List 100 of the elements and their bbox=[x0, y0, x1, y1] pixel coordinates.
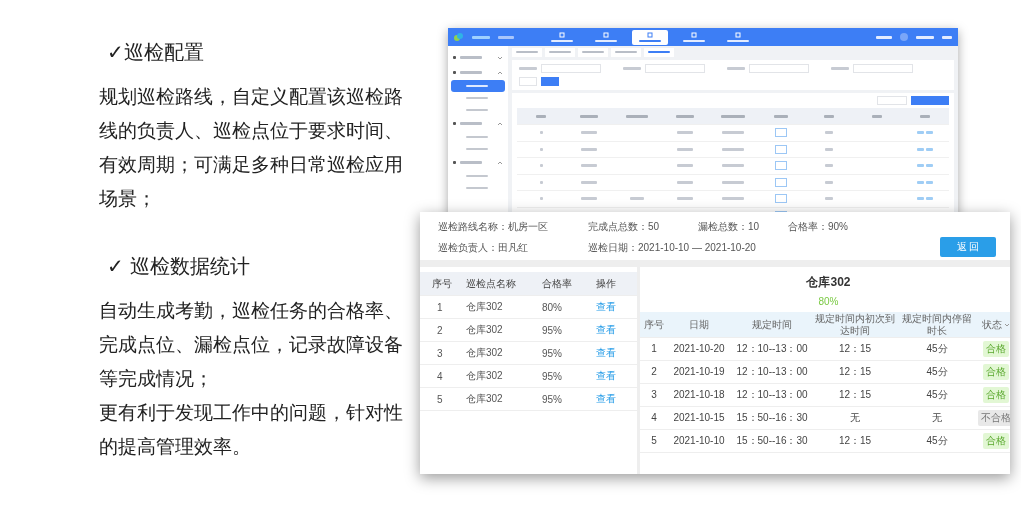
nav-icon bbox=[647, 32, 653, 38]
blurred-label bbox=[722, 131, 744, 135]
blurred-label bbox=[677, 164, 693, 168]
blurred-label bbox=[630, 197, 644, 201]
view-link[interactable]: 查看 bbox=[596, 346, 616, 360]
blurred-label bbox=[539, 131, 543, 135]
info-text: 完成点总数：50 bbox=[588, 219, 661, 234]
points-button[interactable] bbox=[775, 128, 787, 138]
table-cell-text: 无 bbox=[849, 412, 861, 424]
table-cell-text: 12：10--13：00 bbox=[735, 389, 809, 401]
table-cell-text: 12：15 bbox=[837, 366, 873, 378]
info-text: 漏检总数：10 bbox=[698, 219, 761, 234]
nav-icon bbox=[691, 32, 697, 38]
filter-field[interactable] bbox=[645, 64, 705, 73]
column-header: 日期 bbox=[688, 318, 710, 331]
nav-icon bbox=[559, 32, 565, 38]
view-link[interactable]: 查看 bbox=[596, 392, 616, 406]
table-cell-text: 无 bbox=[931, 412, 943, 424]
points-button[interactable] bbox=[775, 161, 787, 171]
table-cell-text: 95% bbox=[542, 370, 563, 382]
back-button[interactable]: 返 回 bbox=[940, 237, 996, 257]
blurred-label bbox=[536, 114, 546, 118]
blurred-label bbox=[825, 147, 833, 151]
table-cell-text: 95% bbox=[542, 347, 563, 359]
info-text: 巡检日期：2021-10-10 — 2021-10-20 bbox=[588, 240, 757, 255]
chevron-icon bbox=[497, 160, 503, 165]
blurred-label bbox=[721, 114, 745, 118]
nav-tab[interactable] bbox=[632, 29, 668, 45]
sidebar-item[interactable] bbox=[451, 80, 505, 92]
chevron-icon bbox=[497, 70, 503, 75]
blurred-label bbox=[539, 180, 543, 184]
page-tab[interactable] bbox=[611, 47, 641, 57]
chevron-icon bbox=[497, 121, 503, 126]
points-button[interactable] bbox=[775, 144, 787, 154]
page-tab[interactable] bbox=[578, 47, 608, 57]
blurred-label bbox=[581, 180, 597, 184]
column-header: 规定时间内停留时长 bbox=[901, 312, 973, 337]
section-heading: ✓ 巡检数据统计 bbox=[107, 253, 252, 280]
blurred-label bbox=[920, 114, 930, 118]
status-tag: 合格 bbox=[983, 387, 1009, 403]
blurred-label bbox=[677, 147, 693, 151]
points-button[interactable] bbox=[775, 194, 787, 204]
type-button[interactable] bbox=[877, 96, 907, 105]
table-cell-text: 15：50--16：30 bbox=[735, 412, 809, 424]
page-tab[interactable] bbox=[512, 47, 542, 57]
detail-title: 仓库302 bbox=[805, 274, 852, 291]
avatar-icon[interactable] bbox=[900, 33, 908, 41]
view-link[interactable]: 查看 bbox=[596, 300, 616, 314]
column-header: 合格率 bbox=[542, 276, 573, 291]
page-tab[interactable] bbox=[545, 47, 575, 57]
column-header: 巡检点名称 bbox=[466, 276, 517, 291]
nav-icon bbox=[603, 32, 609, 38]
blurred-label bbox=[722, 197, 744, 201]
status-tag: 合格 bbox=[983, 341, 1009, 357]
nav-icon bbox=[735, 32, 741, 38]
table-cell-text: 5 bbox=[650, 435, 658, 447]
blurred-label bbox=[677, 197, 693, 201]
chevron-icon bbox=[497, 55, 503, 60]
table-cell-text: 15：50--16：30 bbox=[735, 435, 809, 447]
table-cell-text: 45分 bbox=[925, 366, 949, 378]
blurred-label bbox=[722, 147, 744, 151]
blurred-label bbox=[472, 35, 490, 39]
pass-rate: 80% bbox=[817, 296, 840, 307]
filter-field[interactable] bbox=[749, 64, 809, 73]
table-cell-text: 3 bbox=[436, 347, 444, 359]
blurred-label bbox=[581, 164, 597, 168]
column-header: 序号 bbox=[432, 276, 453, 291]
info-text: 合格率：90% bbox=[788, 219, 849, 234]
blurred-label bbox=[722, 180, 744, 184]
section-text: 规划巡检路线，自定义配置该巡检路线的负责人、巡检点位于要求时间、有效周期；可满足多种日常巡检应用场景； bbox=[99, 85, 404, 211]
add-button[interactable] bbox=[911, 96, 949, 105]
table-cell-text: 1 bbox=[650, 343, 658, 355]
clear-button[interactable] bbox=[519, 77, 537, 86]
blurred-label bbox=[831, 67, 849, 70]
table-cell-text: 12：10--13：00 bbox=[735, 343, 809, 355]
view-link[interactable]: 查看 bbox=[596, 369, 616, 383]
logo-icon bbox=[454, 33, 464, 41]
blurred-label bbox=[872, 114, 882, 118]
table-cell-text: 5 bbox=[436, 393, 444, 405]
blurred-label bbox=[774, 114, 788, 118]
table-cell-text: 12：15 bbox=[837, 389, 873, 401]
table-cell-text: 12：15 bbox=[837, 343, 873, 355]
table-cell-text: 2 bbox=[436, 324, 444, 336]
blurred-label bbox=[727, 67, 745, 70]
query-button[interactable] bbox=[541, 77, 559, 86]
points-button[interactable] bbox=[775, 177, 787, 187]
table-cell-text: 80% bbox=[542, 301, 563, 313]
blurred-label bbox=[916, 35, 934, 39]
filter-field[interactable] bbox=[853, 64, 913, 73]
chevron-icon bbox=[1004, 322, 1010, 327]
blurred-label bbox=[825, 197, 833, 201]
page-tab[interactable] bbox=[644, 47, 674, 57]
table-cell-text: 仓库302 bbox=[466, 392, 504, 406]
table-cell-text: 2021-10-19 bbox=[672, 366, 726, 378]
blurred-label bbox=[539, 164, 543, 168]
blurred-label bbox=[539, 197, 543, 201]
status-tag: 合格 bbox=[983, 433, 1009, 449]
blurred-label bbox=[825, 131, 833, 135]
filter-field[interactable] bbox=[541, 64, 601, 73]
view-link[interactable]: 查看 bbox=[596, 323, 616, 337]
